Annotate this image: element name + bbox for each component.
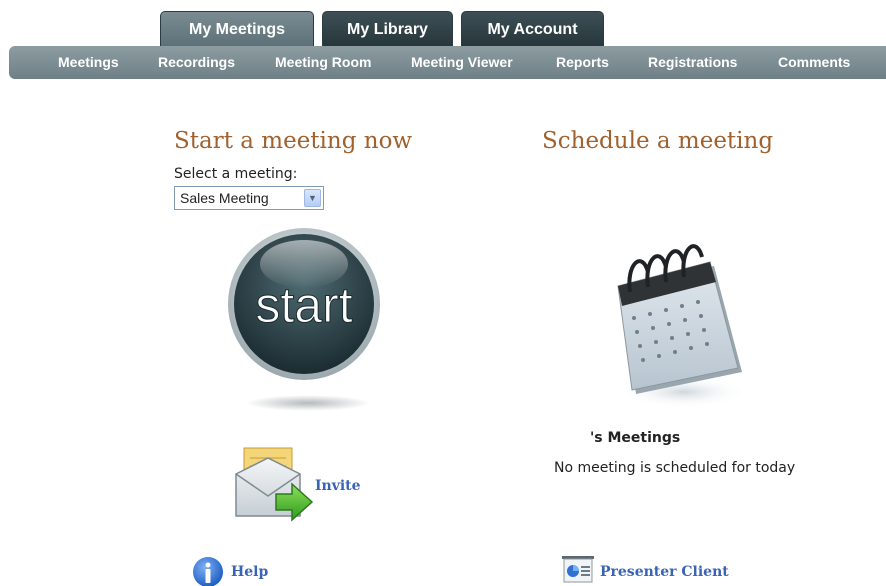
help-icon[interactable] [192,556,225,586]
presenter-icon[interactable] [560,554,596,584]
chevron-down-icon[interactable]: ▼ [304,189,321,207]
start-button[interactable]: start [226,226,382,382]
invite-link[interactable]: Invite [315,478,361,494]
meeting-select[interactable]: Sales Meeting ▼ [174,186,324,210]
sub-navigation: Meetings Recordings Meeting Room Meeting… [9,46,886,79]
subnav-meetings[interactable]: Meetings [58,46,119,79]
top-tabs: My Meetings My Library My Account [160,11,604,47]
help-link[interactable]: Help [231,564,268,580]
subnav-recordings[interactable]: Recordings [158,46,235,79]
start-meeting-heading: Start a meeting now [174,128,413,154]
subnav-reports[interactable]: Reports [556,46,609,79]
tab-my-account[interactable]: My Account [461,11,604,47]
start-button-shadow [245,395,371,411]
tab-my-library[interactable]: My Library [322,11,453,47]
meetings-title: 's Meetings [590,430,681,446]
schedule-meeting-heading: Schedule a meeting [542,128,774,154]
envelope-icon[interactable] [232,446,314,524]
subnav-meeting-room[interactable]: Meeting Room [275,46,371,79]
start-button-label: start [255,277,352,333]
presenter-client-link[interactable]: Presenter Client [600,564,729,580]
meeting-select-value: Sales Meeting [180,190,269,206]
subnav-registrations[interactable]: Registrations [648,46,737,79]
tab-my-meetings[interactable]: My Meetings [160,11,314,47]
select-meeting-label: Select a meeting: [174,166,298,182]
calendar-icon[interactable] [592,222,752,412]
subnav-comments[interactable]: Comments [778,46,850,79]
subnav-meeting-viewer[interactable]: Meeting Viewer [411,46,513,79]
no-meetings-message: No meeting is scheduled for today [554,460,796,476]
